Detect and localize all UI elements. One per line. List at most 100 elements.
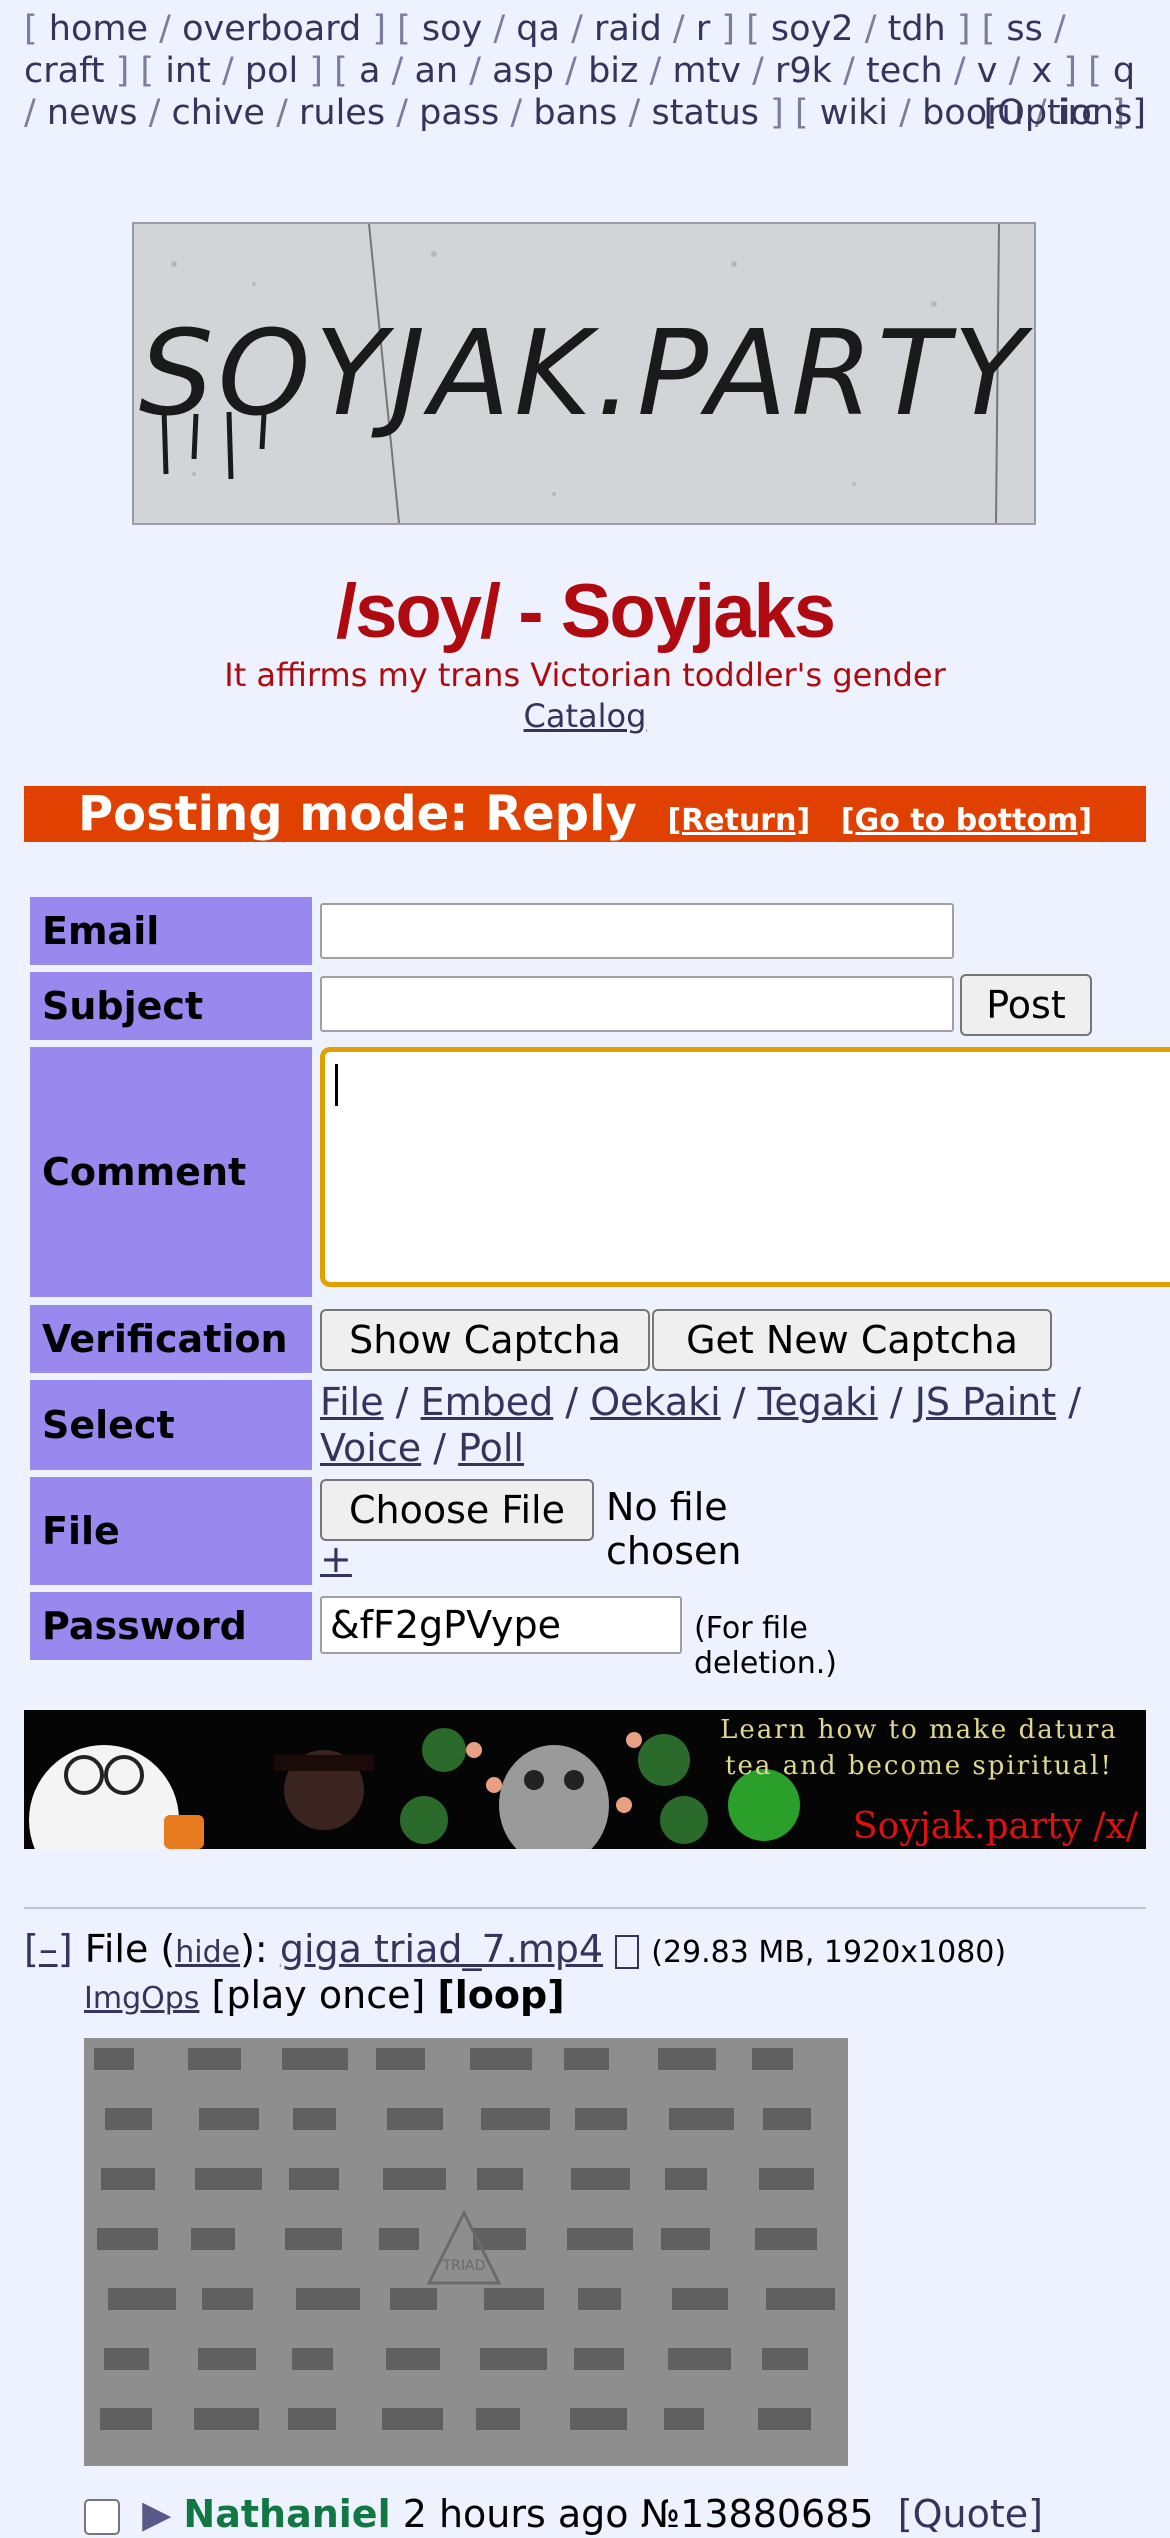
- ad-banner[interactable]: Learn how to make datura tea and become …: [24, 1710, 1146, 1849]
- board-link-pass[interactable]: pass: [419, 93, 499, 133]
- board-link-mtv[interactable]: mtv: [672, 51, 741, 91]
- play-once-button[interactable]: [play once]: [212, 1973, 426, 2017]
- file-link[interactable]: giga triad_7.mp4: [280, 1927, 603, 1971]
- board-link-int[interactable]: int: [165, 51, 211, 91]
- thumb-tile: [762, 2348, 808, 2370]
- password-label: Password: [30, 1592, 312, 1660]
- board-link-tdh[interactable]: tdh: [888, 9, 946, 49]
- post-number-link[interactable]: №13880685: [641, 2492, 874, 2536]
- divider: [24, 1907, 1146, 1909]
- board-link-status[interactable]: status: [651, 93, 759, 133]
- password-note: (For file deletion.): [694, 1611, 837, 1681]
- thumb-tile: [94, 2048, 134, 2070]
- board-link-soy[interactable]: soy: [422, 9, 482, 49]
- thumb-tile: [758, 2408, 811, 2430]
- thumb-tile: [664, 2408, 704, 2430]
- thumb-tile: [668, 2348, 731, 2370]
- board-link-x[interactable]: x: [1032, 51, 1053, 91]
- attachment-type-selector: File / Embed / Oekaki / Tegaki / JS Pain…: [320, 1380, 1082, 1470]
- catalog-link[interactable]: Catalog: [524, 697, 647, 735]
- thumb-tile: [571, 2168, 630, 2190]
- loop-button[interactable]: [loop]: [437, 1973, 564, 2017]
- board-link-r9k[interactable]: r9k: [775, 51, 832, 91]
- thumb-tile: [476, 2408, 520, 2430]
- file-actions-line: ImgOps [play once] [loop]: [84, 1971, 565, 2023]
- subject-label: Subject: [30, 972, 312, 1040]
- site-banner[interactable]: SOYJAK.PARTY: [132, 222, 1036, 525]
- thumb-tile: [296, 2288, 360, 2310]
- thumb-tile: [97, 2228, 158, 2250]
- board-link-biz[interactable]: biz: [588, 51, 638, 91]
- thumb-tile: [661, 2228, 710, 2250]
- subject-field[interactable]: [320, 976, 954, 1032]
- ad-text: Learn how to make datura tea and become …: [720, 1715, 1118, 1781]
- choose-file-button[interactable]: Choose File: [320, 1479, 594, 1541]
- return-link[interactable]: [Return]: [667, 803, 810, 838]
- post-button[interactable]: Post: [960, 974, 1092, 1036]
- email-field[interactable]: [320, 903, 954, 959]
- board-link-an[interactable]: an: [414, 51, 458, 91]
- board-link-bans[interactable]: bans: [533, 93, 617, 133]
- add-file-link[interactable]: +: [320, 1537, 352, 1581]
- hide-link[interactable]: hide: [175, 1935, 240, 1970]
- email-label: Email: [30, 897, 312, 965]
- video-thumbnail[interactable]: TRIAD: [84, 2038, 848, 2466]
- board-link-pol[interactable]: pol: [245, 51, 298, 91]
- collapse-toggle[interactable]: [–]: [24, 1927, 73, 1971]
- no-file-status: No file chosen: [606, 1485, 742, 1573]
- thumb-tile: [570, 2408, 627, 2430]
- thumb-tile: [390, 2288, 437, 2310]
- select-option-js-paint[interactable]: JS Paint: [915, 1380, 1056, 1424]
- thumb-caption: TRIAD: [442, 2258, 486, 2274]
- board-link-soy2[interactable]: soy2: [771, 9, 854, 49]
- board-link-rules[interactable]: rules: [299, 93, 385, 133]
- select-option-oekaki[interactable]: Oekaki: [590, 1380, 720, 1424]
- board-link-overboard[interactable]: overboard: [182, 9, 361, 49]
- thumb-tile: [766, 2288, 835, 2310]
- select-option-embed[interactable]: Embed: [421, 1380, 554, 1424]
- board-link-q[interactable]: q: [1113, 51, 1135, 91]
- board-link-qa[interactable]: qa: [516, 9, 560, 49]
- expand-arrow-icon[interactable]: ▶: [142, 2492, 171, 2536]
- show-captcha-button[interactable]: Show Captcha: [320, 1309, 650, 1371]
- thumb-tile: [669, 2108, 734, 2130]
- comment-textarea[interactable]: [320, 1047, 1170, 1287]
- posting-mode-label: Posting mode: Reply: [77, 786, 637, 842]
- thumb-tile: [108, 2288, 176, 2310]
- posting-mode-bar: Posting mode: Reply [Return] [Go to bott…: [24, 786, 1146, 842]
- select-label: Select: [30, 1380, 312, 1470]
- post-select-checkbox[interactable]: [84, 2498, 120, 2535]
- quote-link[interactable]: [Quote]: [898, 2492, 1043, 2536]
- board-link-craft[interactable]: craft: [24, 51, 105, 91]
- board-link-tech[interactable]: tech: [866, 51, 943, 91]
- select-option-tegaki[interactable]: Tegaki: [758, 1380, 878, 1424]
- options-link[interactable]: [Options]: [984, 92, 1146, 134]
- password-field[interactable]: &fF2gPVype: [320, 1596, 682, 1654]
- go-to-bottom-link[interactable]: [Go to bottom]: [841, 803, 1092, 838]
- board-link-chive[interactable]: chive: [172, 93, 265, 133]
- board-link-wiki[interactable]: wiki: [820, 93, 888, 133]
- thumb-tile: [101, 2168, 155, 2190]
- thumb-tile: [755, 2228, 817, 2250]
- thumb-tile: [188, 2048, 241, 2070]
- thumb-tile: [480, 2348, 547, 2370]
- thumb-tile: [199, 2108, 259, 2130]
- board-link-home[interactable]: home: [49, 9, 148, 49]
- board-link-news[interactable]: news: [47, 93, 138, 133]
- imgops-link[interactable]: ImgOps: [84, 1981, 199, 2016]
- select-option-voice[interactable]: Voice: [320, 1426, 421, 1470]
- board-link-ss[interactable]: ss: [1006, 9, 1042, 49]
- board-link-r[interactable]: r: [696, 9, 710, 49]
- board-link-a[interactable]: a: [359, 51, 380, 91]
- thumb-tile: [574, 2348, 624, 2370]
- select-option-file[interactable]: File: [320, 1380, 384, 1424]
- board-link-raid[interactable]: raid: [594, 9, 662, 49]
- get-new-captcha-button[interactable]: Get New Captcha: [652, 1309, 1052, 1371]
- download-icon[interactable]: [615, 1934, 640, 1969]
- thumb-tile: [383, 2168, 446, 2190]
- select-option-poll[interactable]: Poll: [458, 1426, 524, 1470]
- board-link-asp[interactable]: asp: [492, 51, 554, 91]
- banner-text: SOYJAK.PARTY: [139, 304, 1033, 442]
- verification-label: Verification: [30, 1305, 312, 1373]
- board-link-v[interactable]: v: [977, 51, 998, 91]
